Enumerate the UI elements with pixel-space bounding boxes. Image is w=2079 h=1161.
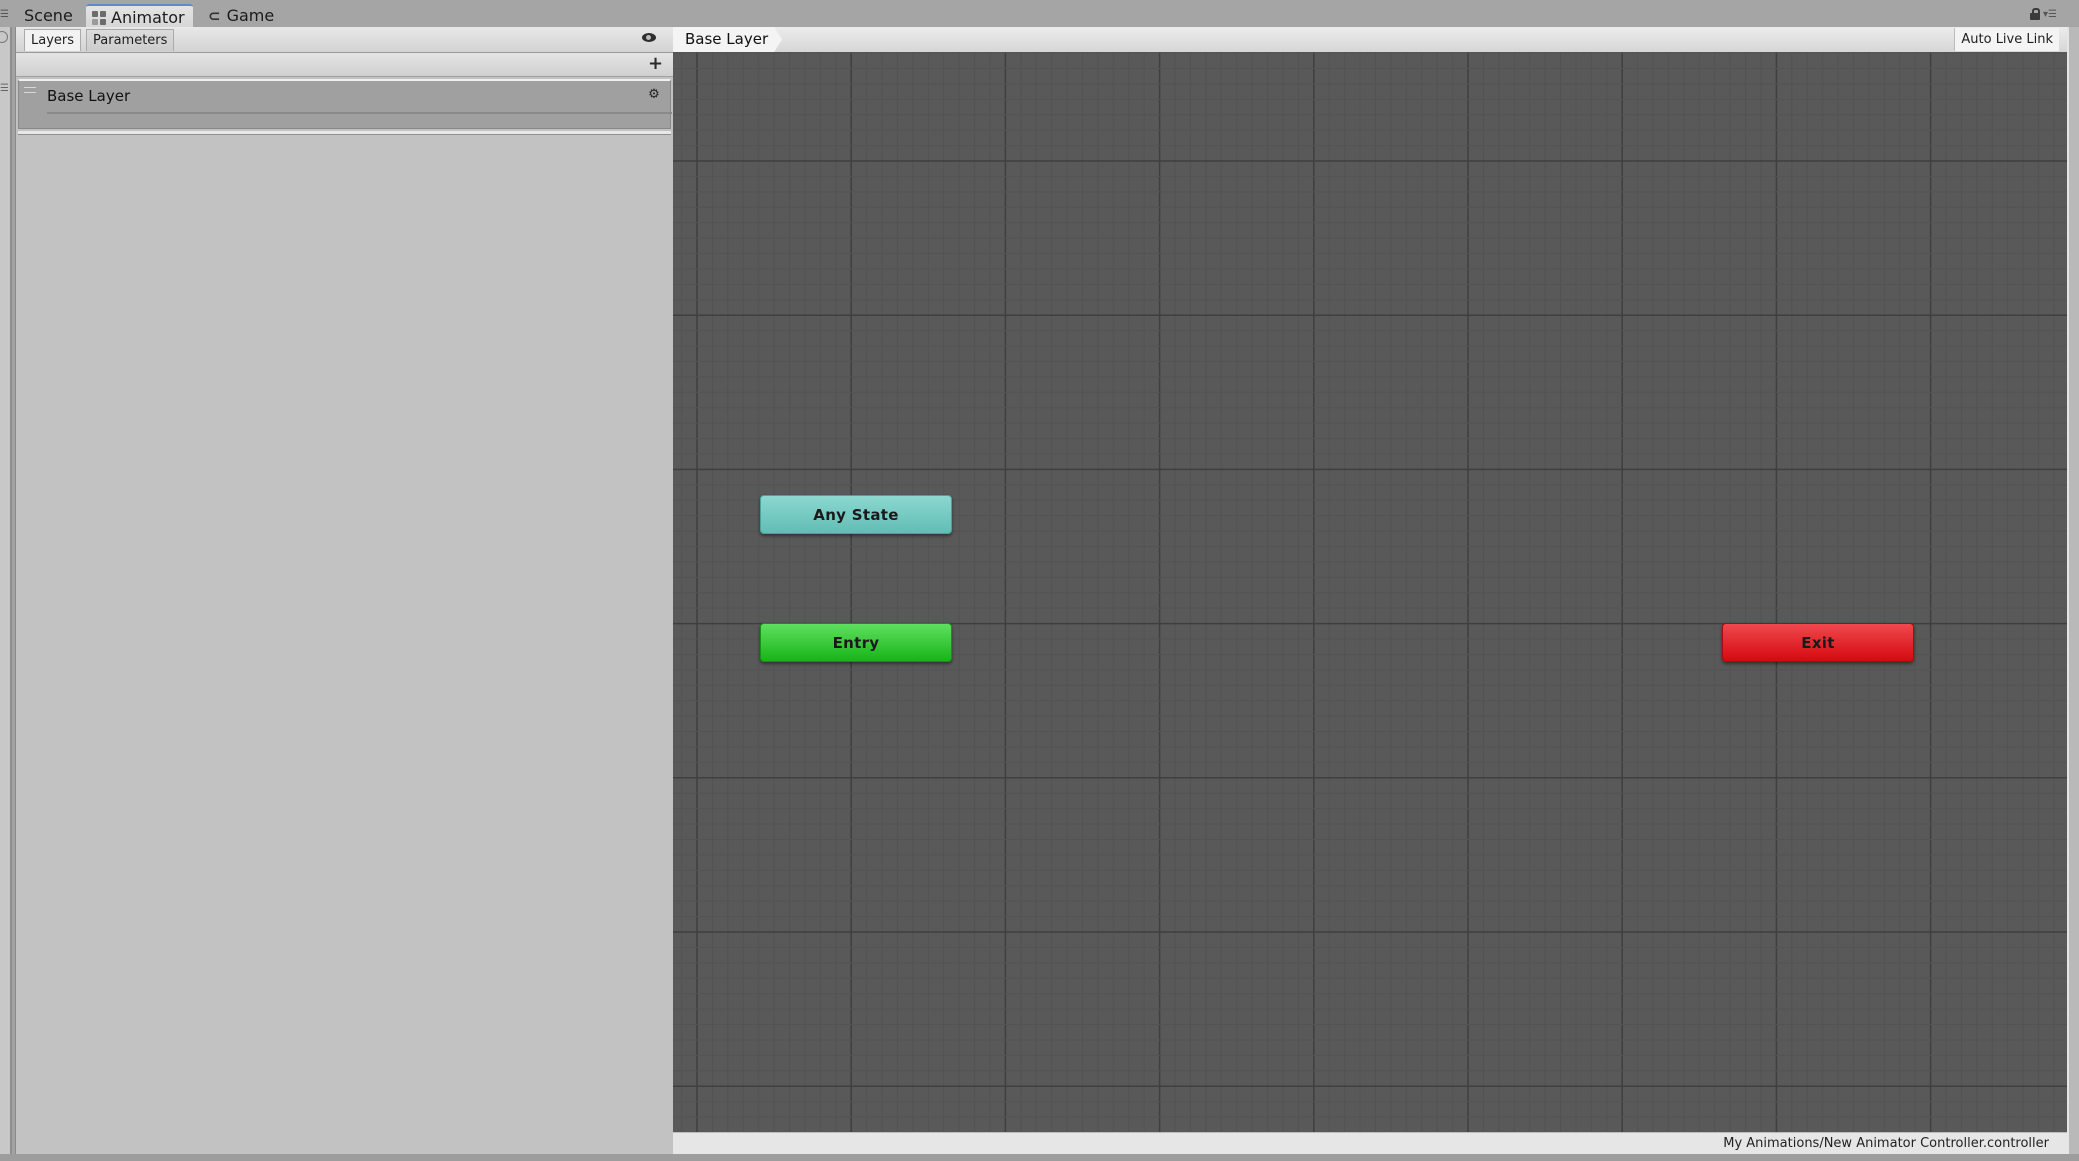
tab-label: Layers [31, 33, 75, 48]
node-entry[interactable]: Entry [760, 623, 952, 662]
graph-header: Base Layer Auto Live Link [673, 27, 2067, 53]
tab-label: Parameters [93, 33, 168, 48]
lock-icon[interactable] [2030, 8, 2040, 20]
layer-list-footer [18, 131, 671, 135]
tab-label: Animator [111, 8, 185, 27]
status-bar: My Animations/New Animator Controller.co… [673, 1132, 2067, 1155]
breadcrumb-base-layer[interactable]: Base Layer [673, 27, 782, 52]
dock-tab-bar: ☰ Scene Animator ⊂ Game ▾☰ [0, 0, 2079, 27]
gear-icon[interactable]: ⚙ [648, 88, 660, 101]
add-layer-button[interactable]: + [648, 54, 663, 74]
tab-label: Scene [24, 6, 73, 25]
adjacent-window-icon [0, 31, 8, 43]
state-machine-graph[interactable]: Any State Entry Exit [673, 52, 2067, 1132]
graph-grid [673, 52, 2067, 1132]
tab-game[interactable]: ⊂ Game [202, 4, 280, 27]
layer-item-base-layer[interactable]: Base Layer ⚙ [18, 79, 672, 129]
tab-scene[interactable]: Scene [18, 4, 79, 27]
layers-panel-toolbar: Layers Parameters [16, 27, 673, 53]
options-menu-icon[interactable]: ▾☰ [2043, 10, 2057, 20]
tab-parameters[interactable]: Parameters [86, 29, 175, 51]
window-bottom-edge [0, 1154, 2079, 1161]
layer-weight-bar [47, 112, 672, 114]
tab-layers[interactable]: Layers [24, 29, 82, 51]
window-right-edge [2067, 27, 2079, 1161]
dock-menu-icon[interactable]: ☰ [0, 10, 10, 20]
auto-live-link-button[interactable]: Auto Live Link [1954, 28, 2059, 51]
tab-animator[interactable]: Animator [86, 4, 193, 27]
layers-panel: Layers Parameters + Base Layer ⚙ [15, 27, 673, 1154]
node-exit[interactable]: Exit [1722, 623, 1914, 662]
eye-icon[interactable] [642, 33, 656, 42]
adjacent-window-menu-icon: ☰ [0, 83, 9, 94]
tab-label: Game [226, 6, 275, 25]
animator-icon [92, 10, 106, 25]
asset-path: My Animations/New Animator Controller.co… [1723, 1136, 2049, 1151]
game-icon: ⊂ [208, 7, 221, 25]
node-any-state[interactable]: Any State [760, 495, 952, 534]
layer-name: Base Layer [47, 87, 131, 105]
add-layer-row: + [16, 53, 673, 77]
drag-handle-icon[interactable] [24, 87, 36, 93]
adjacent-window-edge: ☰ [0, 27, 12, 1161]
